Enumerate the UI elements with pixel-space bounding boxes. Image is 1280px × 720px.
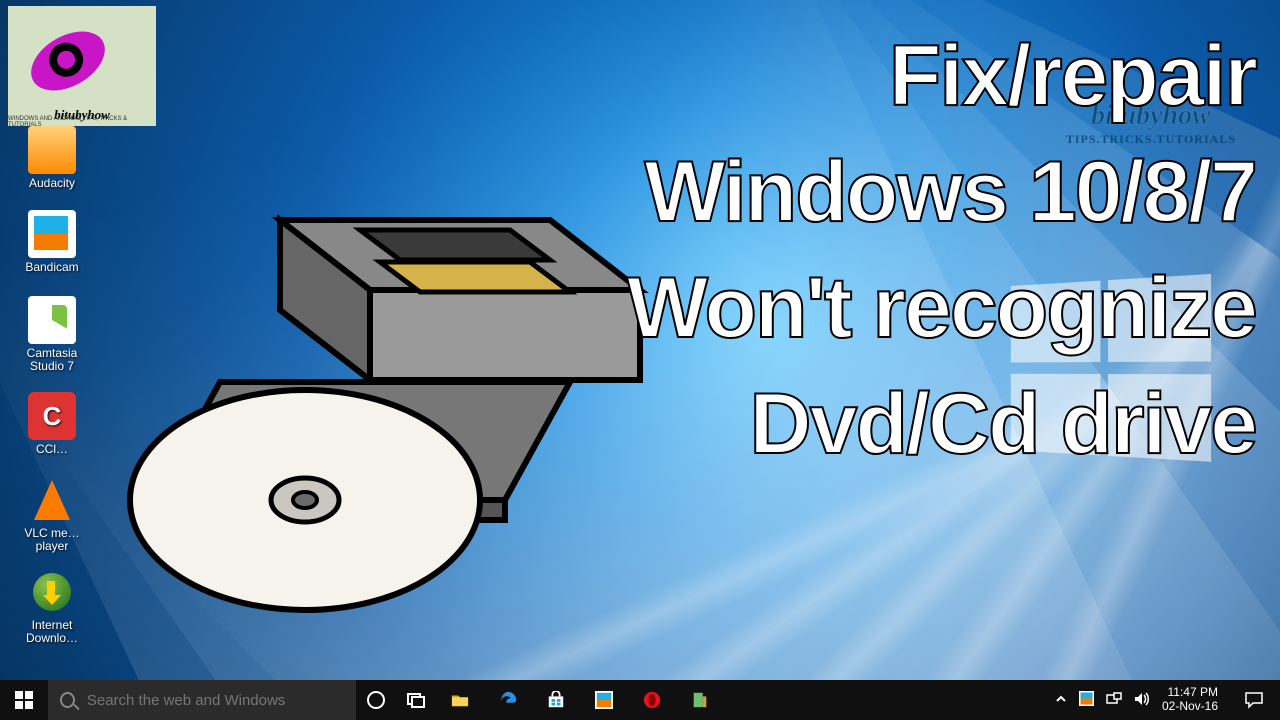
desktop-icon-vlc[interactable]: VLC me… player: [14, 476, 90, 553]
desktop-icon-label: Internet Downlo…: [14, 619, 90, 645]
task-view-button[interactable]: [396, 691, 436, 709]
windows-icon: [15, 691, 33, 709]
taskbar-app-opera[interactable]: [628, 680, 676, 720]
desktop-icon-label: Camtasia Studio 7: [14, 347, 90, 373]
ccleaner-icon: C: [28, 392, 76, 440]
thumbnail-text: Fix/repair Windows 10/8/7 Won't recogniz…: [627, 18, 1256, 482]
taskbar-app-file-explorer[interactable]: [436, 680, 484, 720]
desktop-icon-camtasia[interactable]: Camtasia Studio 7: [14, 296, 90, 373]
task-view-icon: [407, 691, 425, 709]
channel-logo: bitubyhow WINDOWS AND ANDROID TIPS, TRIC…: [8, 6, 156, 126]
taskbar-clock[interactable]: 11:47 PM 02-Nov-16: [1162, 686, 1222, 714]
bandicam-small-icon: [595, 691, 613, 709]
taskbar-app-bandicam[interactable]: [580, 680, 628, 720]
desktop-icon-ccleaner[interactable]: C CCl…: [14, 392, 90, 456]
desktop-icon-label: CCl…: [14, 443, 90, 456]
taskbar-search[interactable]: [48, 680, 356, 720]
desktop-icon-idm[interactable]: Internet Downlo…: [14, 568, 90, 645]
dvd-drive-icon: [110, 200, 650, 630]
desktop-icon-bandicam[interactable]: Bandicam: [14, 210, 90, 274]
desktop-icon-label: Audacity: [14, 177, 90, 190]
bandicam-tray-icon: [1079, 691, 1094, 706]
vlc-icon: [28, 476, 76, 524]
desktop-icon-audacity[interactable]: Audacity: [14, 126, 90, 190]
taskbar-apps: [436, 680, 724, 720]
clock-date: 02-Nov-16: [1162, 700, 1218, 714]
tray-bandicam[interactable]: [1079, 691, 1094, 709]
network-icon: [1106, 692, 1122, 706]
desktop-icon-label: VLC me… player: [14, 527, 90, 553]
search-input[interactable]: [87, 692, 344, 709]
taskbar-app-edge[interactable]: [484, 680, 532, 720]
overlay-line-2: Windows 10/8/7: [627, 134, 1256, 250]
taskbar: 11:47 PM 02-Nov-16: [0, 680, 1280, 720]
tray-volume[interactable]: [1134, 692, 1150, 709]
overlay-line-3: Won't recognize: [627, 250, 1256, 366]
bandicam-icon: [28, 210, 76, 258]
taskbar-app-unknown[interactable]: [676, 680, 724, 720]
system-tray: 11:47 PM 02-Nov-16: [1049, 686, 1280, 714]
tray-network[interactable]: [1106, 692, 1122, 709]
overlay-line-4: Dvd/Cd drive: [627, 366, 1256, 482]
camtasia-icon: [28, 296, 76, 344]
unknown-app-icon: [691, 691, 709, 709]
overlay-line-1: Fix/repair: [627, 18, 1256, 134]
opera-icon: [643, 691, 661, 709]
start-button[interactable]: [0, 680, 48, 720]
clock-time: 11:47 PM: [1162, 686, 1218, 700]
cortana-button[interactable]: [356, 691, 396, 709]
chevron-up-icon: [1055, 693, 1067, 705]
file-explorer-icon: [451, 691, 469, 709]
volume-icon: [1134, 692, 1150, 706]
audacity-icon: [28, 126, 76, 174]
notification-icon: [1245, 691, 1263, 709]
desktop-icon-label: Bandicam: [14, 261, 90, 274]
idm-icon: [28, 568, 76, 616]
cortana-icon: [367, 691, 385, 709]
store-icon: [547, 691, 565, 709]
taskbar-app-store[interactable]: [532, 680, 580, 720]
edge-icon: [499, 691, 517, 709]
action-center-button[interactable]: [1234, 691, 1274, 709]
tray-show-hidden[interactable]: [1055, 693, 1067, 708]
search-icon: [60, 692, 75, 708]
